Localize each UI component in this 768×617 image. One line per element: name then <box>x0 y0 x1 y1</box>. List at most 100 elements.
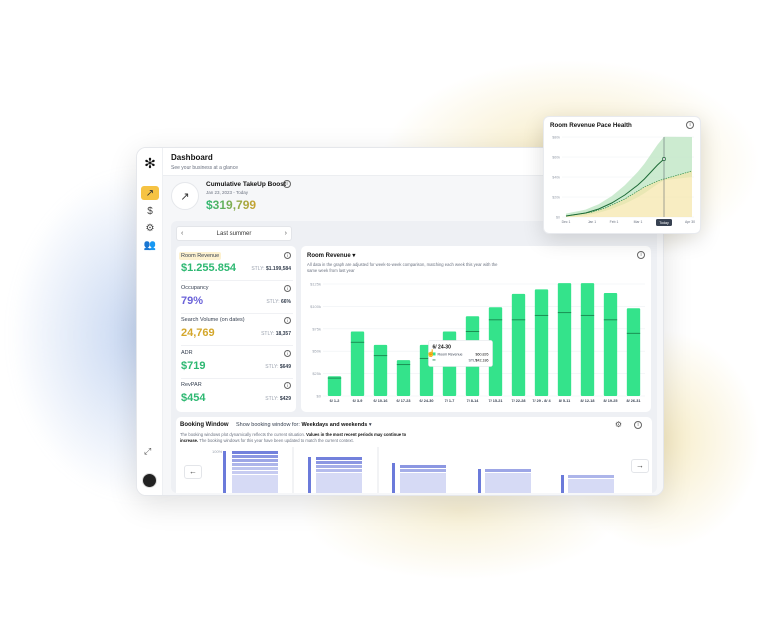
booking-window-title: Booking Window <box>180 422 229 428</box>
trending-up-icon[interactable]: ↗ <box>141 186 159 200</box>
x-tick-label: 6/ 24-30 <box>420 399 434 403</box>
bar <box>534 289 549 396</box>
x-tick-label: 8/ 5-11 <box>559 399 571 403</box>
pace-health-chart[interactable]: $0 $20k $40k $60k $80k Dec 1 Jan 1 Feb 1 Mar 1 Ap… <box>544 131 702 235</box>
note-tail-text: The booking windows for this year have b… <box>199 437 354 443</box>
x-tick-label: Dec 1 <box>562 220 571 224</box>
y-tick-label: $50k <box>312 349 321 354</box>
x-tick-label: Feb 1 <box>610 220 619 224</box>
boost-date: Jan 23, 2023 - Today <box>206 190 248 195</box>
x-tick-label: 6/ 10-16 <box>374 399 388 403</box>
bar <box>511 293 526 396</box>
bar <box>350 331 365 396</box>
info-icon[interactable]: i <box>637 251 645 259</box>
chevron-left-icon[interactable]: ‹ <box>181 230 183 237</box>
boost-title: Cumulative TakeUp Boost <box>206 181 287 188</box>
metric-4[interactable]: RevPAR i $454 STLY: $429 <box>181 379 293 411</box>
info-icon[interactable]: i <box>284 284 291 292</box>
metric-label: Occupancy <box>181 284 209 291</box>
bar <box>396 360 411 396</box>
booking-bars-group-1 <box>223 451 278 493</box>
booking-window-note: The booking windows plot dynamically ref… <box>180 432 410 443</box>
y-tick-label: $0 <box>556 215 560 219</box>
info-icon[interactable]: i <box>686 121 694 129</box>
metrics-list: Room Revenue i $1.255.854 STLY: $1.199,584 O… <box>176 246 296 412</box>
x-tick-label: 7/ 29 - 8/ 4 <box>532 399 551 403</box>
expand-icon[interactable]: ⤢ <box>144 446 151 457</box>
metric-label: RevPAR <box>181 382 202 388</box>
info-icon[interactable]: i <box>284 349 291 357</box>
chevron-right-icon[interactable]: › <box>285 230 287 237</box>
pace-health-title: Room Revenue Pace Health <box>550 122 632 129</box>
x-tick-label: 7/ 22-28 <box>512 399 526 403</box>
y-tick-label: $75k <box>312 326 321 331</box>
arrow-right-button[interactable]: → <box>631 459 649 473</box>
booking-window-filter[interactable]: Show booking window for: Weekdays and we… <box>236 422 372 428</box>
filter-value: Weekdays and weekends <box>301 422 368 428</box>
page-title: Dashboard <box>171 153 213 162</box>
filter-label: Show booking window for: <box>236 422 300 428</box>
sidebar: ✻ ↗ $ ⚙ 👥 ⤢ <box>137 148 163 495</box>
x-tick-label: 7/ 1-7 <box>445 399 455 403</box>
dollar-icon[interactable]: $ <box>141 204 159 218</box>
avatar[interactable] <box>142 473 157 488</box>
metric-label: Search Volume (on dates) <box>181 317 245 323</box>
info-icon[interactable]: i <box>283 180 291 188</box>
stly-label: STLY: <box>265 363 279 370</box>
stly-label: STLY: <box>261 331 275 337</box>
x-tick-label: 8/ 19-25 <box>604 399 618 403</box>
y-tick-label: $25k <box>312 371 321 376</box>
gear-icon[interactable]: ⚙ <box>615 420 622 429</box>
y-tick-label: $0 <box>317 394 322 399</box>
metric-stly: STLY: $429 <box>265 396 291 402</box>
bar <box>626 308 641 396</box>
info-icon[interactable]: i <box>284 252 291 259</box>
bar <box>327 376 342 396</box>
asterisk-logo-icon[interactable]: ✻ <box>143 156 157 170</box>
pace-health-card: Room Revenue Pace Health i $0 $20k $40k $60… <box>543 116 701 234</box>
bar <box>580 283 595 396</box>
metric-stly: STLY: $649 <box>265 364 291 370</box>
cursor-icon: ☝ <box>427 348 436 357</box>
stly-value: 18,357 <box>275 331 291 337</box>
room-revenue-bar-chart[interactable]: $0 $25k $50k $75k $100k $125k 6/ 1-2 6/ 3-9 6/ 1… <box>301 278 651 412</box>
chart-title-dropdown[interactable]: Room Revenue ▾ <box>307 252 355 259</box>
stly-value: $1.199,584 <box>265 266 291 272</box>
x-tick-label: 8/ 26-31 <box>627 399 641 403</box>
x-tick-label: Mar 1 <box>634 220 643 224</box>
note-text: The booking windows plot dynamically ref… <box>180 432 305 437</box>
metric-2[interactable]: Search Volume (on dates) i 24,769 STLY: 18,… <box>181 314 293 346</box>
tick-label: 100% <box>212 449 223 454</box>
x-tick-label: 7/ 15-21 <box>489 399 503 403</box>
trending-up-icon: ↗ <box>171 182 199 210</box>
info-icon[interactable]: i <box>284 382 291 389</box>
y-tick-label: $100k <box>310 304 321 309</box>
metric-value: 79% <box>181 294 204 307</box>
chevron-down-icon: ▾ <box>352 253 356 259</box>
period-selector[interactable]: ‹ Last summer › <box>176 226 292 241</box>
stly-value: $429 <box>279 396 291 402</box>
metric-stly: STLY: 18,357 <box>261 331 291 337</box>
y-tick-label: $40k <box>552 175 560 179</box>
x-tick-label: 6/ 3-9 <box>353 399 363 403</box>
metric-0[interactable]: Room Revenue i $1.255.854 STLY: $1.199,584 <box>179 249 293 281</box>
metric-value: $454 <box>181 392 206 404</box>
bar <box>373 344 388 396</box>
metric-stly: STLY: 66% <box>266 299 291 305</box>
x-tick-label: 7/ 8-14 <box>467 399 480 403</box>
arrow-left-button[interactable]: ← <box>184 465 202 479</box>
stly-value: $649 <box>279 363 291 370</box>
tooltip-row1-value: $60,826 <box>476 352 489 356</box>
metric-value: $1.255.854 <box>181 262 237 274</box>
metric-1[interactable]: Occupancy i 79% STLY: 66% <box>181 282 293 314</box>
bar <box>603 292 618 396</box>
gear-icon[interactable]: ⚙ <box>141 221 159 235</box>
booking-window-chart: 100% <box>212 447 614 493</box>
info-icon[interactable]: i <box>634 421 642 429</box>
users-icon[interactable]: 👥 <box>141 238 159 252</box>
page-subtitle: See your business at a glance <box>171 165 238 171</box>
info-icon[interactable]: i <box>284 317 291 324</box>
metric-3[interactable]: ADR i $719 STLY: $649 <box>181 347 293 379</box>
chart-title: Room Revenue <box>307 253 351 259</box>
tooltip-row2-value: $42,186 <box>476 358 489 362</box>
